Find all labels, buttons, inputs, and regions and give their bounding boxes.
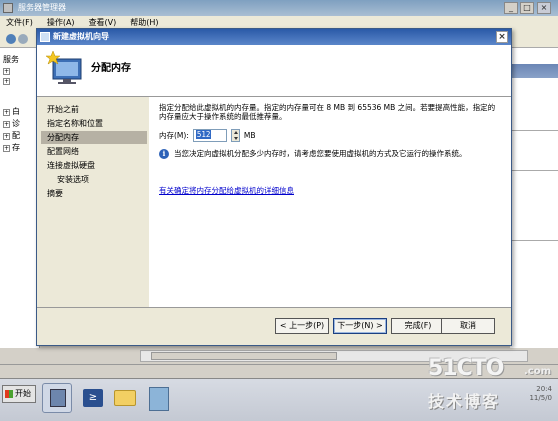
memory-info-text: 当您决定向虚拟机分配多少内存时，请考虑您要使用虚拟机的方式及它运行的操作系统。 (174, 149, 467, 158)
forward-arrow-icon[interactable] (18, 34, 28, 44)
server-manager-titlebar: 服务器管理器 _ □ × (0, 0, 558, 16)
tree-item[interactable]: + 配 (3, 130, 20, 141)
menu-file[interactable]: 文件(F) (6, 16, 33, 30)
minimize-button[interactable]: _ (504, 2, 518, 14)
server-manager-icon (50, 389, 66, 407)
expand-icon[interactable]: + (3, 78, 10, 85)
server-manager-app-icon (3, 3, 13, 13)
finish-button[interactable]: 完成(F) (391, 318, 445, 334)
tree-item[interactable]: + 诊 (3, 118, 20, 129)
step-before-you-begin[interactable]: 开始之前 (47, 103, 79, 116)
maximize-button[interactable]: □ (520, 2, 534, 14)
expand-icon[interactable]: + (3, 145, 10, 152)
memory-input[interactable]: 512 (192, 129, 227, 142)
memory-spin-button[interactable] (230, 129, 240, 142)
info-icon: i (159, 149, 169, 159)
close-button[interactable]: × (537, 2, 551, 14)
expand-icon[interactable]: + (3, 68, 10, 75)
memory-value: 512 (195, 130, 212, 139)
folder-icon (114, 390, 136, 406)
tree-item[interactable]: + (3, 66, 12, 75)
memory-details-link[interactable]: 有关确定将内存分配给虚拟机的详细信息 (159, 185, 294, 196)
console-tree: 服务 + + + 白 + 诊 + 配 + 存 (0, 48, 40, 348)
wizard-button-bar: < 上一步(P) 下一步(N) > 完成(F) 取消 (37, 307, 511, 345)
watermark: 51CTO .com 技术博客 (428, 356, 556, 418)
watermark-logo: 51CTO (428, 356, 504, 381)
wizard-titlebar: 新建虚拟机向导 × (37, 29, 511, 45)
wizard-close-button[interactable]: × (496, 31, 508, 43)
step-assign-memory[interactable]: 分配内存 (41, 131, 147, 144)
wizard-step-list: 开始之前 指定名称和位置 分配内存 配置网络 连接虚拟硬盘 安装选项 摘要 (37, 97, 149, 307)
wizard-content-panel: 指定分配给此虚拟机的内存量。指定的内存量可在 8 MB 到 65536 MB 之… (149, 97, 511, 307)
memory-row: 内存(M): 512 MB (159, 129, 255, 142)
step-configure-networking[interactable]: 配置网络 (47, 145, 79, 158)
expand-icon[interactable]: + (3, 133, 10, 140)
divider (510, 170, 558, 171)
step-specify-name-location[interactable]: 指定名称和位置 (47, 117, 103, 130)
scrollbar-thumb[interactable] (151, 352, 337, 360)
wizard-header: 分配内存 (37, 45, 511, 97)
powershell-icon: ≥ (83, 389, 103, 407)
network-icon (149, 387, 169, 411)
taskbar-network[interactable] (144, 383, 174, 413)
next-button[interactable]: 下一步(N) > (333, 318, 387, 334)
step-connect-virtual-disk[interactable]: 连接虚拟硬盘 (47, 159, 95, 172)
watermark-subtitle: 技术博客 (428, 392, 501, 411)
taskbar-server-manager[interactable] (42, 383, 72, 413)
divider (510, 240, 558, 241)
start-button[interactable]: 开始 (2, 385, 36, 403)
new-vm-wizard-dialog: 新建虚拟机向导 × 分配内存 开始之前 指定名称和位置 分配内存 配置网络 连接… (36, 28, 512, 346)
start-label: 开始 (15, 389, 31, 398)
back-arrow-icon[interactable] (6, 34, 16, 44)
page-title: 分配内存 (91, 63, 131, 74)
tree-item[interactable]: + 存 (3, 142, 20, 153)
step-installation-options[interactable]: 安装选项 (57, 173, 89, 186)
previous-button[interactable]: < 上一步(P) (275, 318, 329, 334)
cancel-button[interactable]: 取消 (441, 318, 495, 334)
memory-unit: MB (243, 131, 256, 140)
wizard-title: 新建虚拟机向导 (53, 32, 109, 41)
tree-item-root[interactable]: 服务 (3, 54, 19, 65)
taskbar-explorer[interactable] (110, 383, 140, 413)
taskbar-powershell[interactable]: ≥ (78, 383, 108, 413)
actions-pane (510, 48, 558, 348)
memory-label: 内存(M): (159, 131, 189, 140)
expand-icon[interactable]: + (3, 121, 10, 128)
windows-logo-icon (5, 390, 13, 398)
divider (510, 130, 558, 131)
tree-item[interactable]: + 白 (3, 106, 20, 117)
watermark-tld: .com (524, 366, 552, 377)
expand-icon[interactable]: + (3, 109, 10, 116)
step-summary[interactable]: 摘要 (47, 187, 63, 200)
server-manager-title: 服务器管理器 (18, 3, 66, 12)
wizard-app-icon (40, 32, 50, 42)
wizard-monitor-icon (45, 50, 82, 84)
actions-pane-header (510, 64, 558, 78)
memory-description: 指定分配给此虚拟机的内存量。指定的内存量可在 8 MB 到 65536 MB 之… (159, 103, 496, 121)
memory-info: i 当您决定向虚拟机分配多少内存时，请考虑您要使用虚拟机的方式及它运行的操作系统… (159, 149, 499, 159)
tree-item[interactable]: + (3, 76, 12, 85)
